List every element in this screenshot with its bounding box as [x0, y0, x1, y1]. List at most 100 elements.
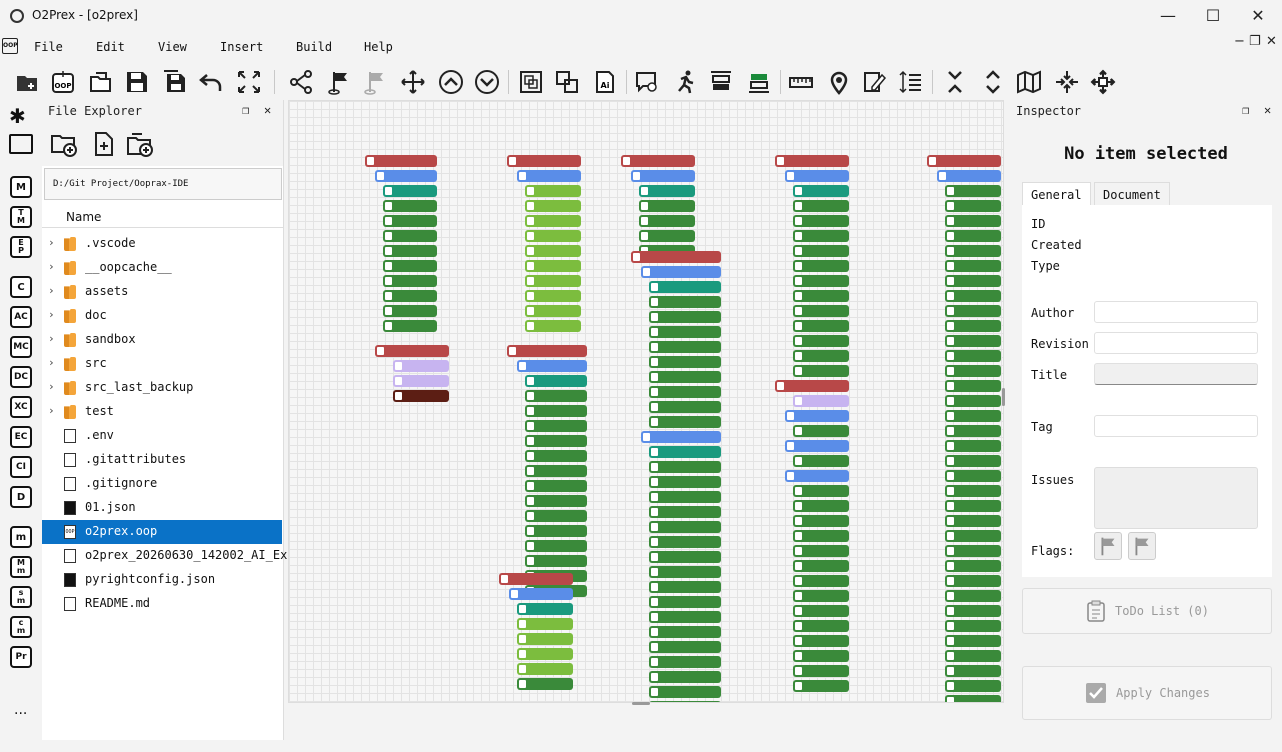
diagram-node[interactable] [383, 290, 437, 302]
folder-item[interactable]: › assets [42, 280, 282, 304]
diagram-node[interactable] [793, 665, 849, 677]
diagram-node[interactable] [649, 281, 721, 293]
diagram-node[interactable] [507, 345, 587, 357]
diagram-node[interactable] [793, 680, 849, 692]
expand-all-icon[interactable] [1088, 67, 1118, 97]
diagram-node[interactable] [525, 405, 587, 417]
diagram-node[interactable] [793, 200, 849, 212]
fit-icon[interactable] [234, 67, 264, 97]
diagram-node[interactable] [945, 320, 1001, 332]
more-button[interactable]: ... [14, 702, 27, 718]
diagram-node[interactable] [525, 465, 587, 477]
folder-item[interactable]: › __oopcache__ [42, 256, 282, 280]
rail-button-ec[interactable]: EC [10, 426, 32, 448]
diagram-node[interactable] [649, 701, 721, 702]
diagram-node[interactable] [365, 155, 437, 167]
diagram-node[interactable] [649, 566, 721, 578]
diagram-node[interactable] [945, 275, 1001, 287]
file-item[interactable]: README.md [42, 592, 282, 616]
undo-icon[interactable] [196, 67, 226, 97]
diagram-node[interactable] [945, 425, 1001, 437]
vertical-scroll-handle[interactable] [1002, 388, 1005, 406]
diagram-node[interactable] [945, 230, 1001, 242]
name-column-header[interactable]: Name [42, 206, 283, 228]
diagram-node[interactable] [649, 461, 721, 473]
diagram-node[interactable] [945, 350, 1001, 362]
diagram-node[interactable] [945, 635, 1001, 647]
diagram-node[interactable] [793, 275, 849, 287]
network-icon[interactable]: ✱ [9, 104, 26, 128]
close-button[interactable]: ✕ [1236, 4, 1280, 28]
share-icon[interactable] [286, 67, 316, 97]
diagram-node[interactable] [945, 245, 1001, 257]
down-circle-icon[interactable] [472, 67, 502, 97]
diagram-node[interactable] [649, 581, 721, 593]
diagram-node[interactable] [945, 650, 1001, 662]
diagram-node[interactable] [793, 395, 849, 407]
diagram-node[interactable] [945, 470, 1001, 482]
diagram-node[interactable] [631, 170, 695, 182]
diagram-node[interactable] [525, 420, 587, 432]
diagram-node[interactable] [639, 215, 695, 227]
diagram-node[interactable] [639, 200, 695, 212]
minimize-button[interactable]: — [1146, 4, 1190, 28]
diagram-node[interactable] [649, 521, 721, 533]
diagram-node[interactable] [785, 410, 849, 422]
diagram-node[interactable] [945, 590, 1001, 602]
diagram-node[interactable] [649, 326, 721, 338]
diagram-node[interactable] [525, 435, 587, 447]
diagram-node[interactable] [621, 155, 695, 167]
diagram-node[interactable] [945, 260, 1001, 272]
diagram-node[interactable] [649, 596, 721, 608]
chevron-right-icon[interactable]: › [48, 260, 55, 273]
diagram-node[interactable] [649, 491, 721, 503]
chevron-right-icon[interactable]: › [48, 236, 55, 249]
menu-file[interactable]: File [34, 40, 63, 54]
diagram-node[interactable] [793, 290, 849, 302]
rail-button-dc[interactable]: DC [10, 366, 32, 388]
diagram-node[interactable] [517, 618, 573, 630]
diagram-node[interactable] [945, 530, 1001, 542]
maximize-button[interactable]: ☐ [1191, 4, 1235, 28]
diagram-node[interactable] [945, 575, 1001, 587]
diagram-node[interactable] [793, 260, 849, 272]
file-item[interactable]: 01.json [42, 496, 282, 520]
diagram-node[interactable] [945, 215, 1001, 227]
flag-icon[interactable] [1094, 532, 1122, 560]
chevron-right-icon[interactable]: › [48, 284, 55, 297]
diagram-node[interactable] [649, 536, 721, 548]
diagram-node[interactable] [775, 155, 849, 167]
rail-button-d[interactable]: D [10, 486, 32, 508]
diagram-node[interactable] [517, 603, 573, 615]
diagram-node[interactable] [525, 510, 587, 522]
diagram-node[interactable] [509, 588, 573, 600]
diagram-node[interactable] [649, 296, 721, 308]
edit-icon[interactable] [860, 67, 890, 97]
diagram-node[interactable] [945, 485, 1001, 497]
rail-button-xc[interactable]: XC [10, 396, 32, 418]
tag-field[interactable] [1094, 415, 1258, 437]
diagram-node[interactable] [785, 170, 849, 182]
diagram-node[interactable] [649, 671, 721, 683]
open-folder-icon[interactable] [86, 67, 116, 97]
diagram-node[interactable] [793, 455, 849, 467]
save-icon[interactable] [122, 67, 152, 97]
add-folder-icon[interactable] [126, 130, 154, 158]
folder-item[interactable]: › src_last_backup [42, 376, 282, 400]
diagram-node[interactable] [383, 185, 437, 197]
diagram-node[interactable] [945, 380, 1001, 392]
diagram-node[interactable] [639, 185, 695, 197]
diagram-node[interactable] [525, 495, 587, 507]
diagram-node[interactable] [945, 695, 1001, 702]
menu-build[interactable]: Build [296, 40, 332, 54]
diagram-node[interactable] [649, 476, 721, 488]
ai-icon[interactable]: Ai [590, 67, 620, 97]
diagram-node[interactable] [525, 215, 581, 227]
diagram-node[interactable] [945, 395, 1001, 407]
tab-general[interactable]: General [1022, 182, 1091, 206]
diagram-node[interactable] [945, 365, 1001, 377]
diagram-node[interactable] [525, 555, 587, 567]
folder-item[interactable]: › sandbox [42, 328, 282, 352]
diagram-node[interactable] [793, 590, 849, 602]
diagram-node[interactable] [499, 573, 573, 585]
